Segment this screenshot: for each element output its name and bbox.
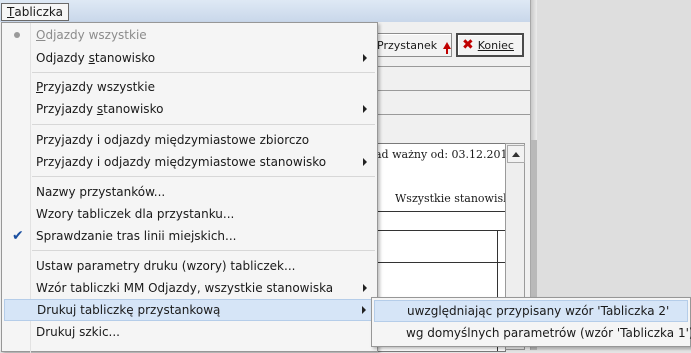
- menu-item-nazwy-przystankow[interactable]: Nazwy przystanków...: [4, 181, 375, 203]
- arrow-up-icon: [443, 41, 452, 54]
- menu-label: Wzory tabliczek dla przystanku...: [36, 207, 235, 221]
- all-stations-text: Wszystkie stanowiska: [395, 192, 506, 205]
- menu-label: Drukuj szkic...: [36, 325, 120, 339]
- menu-item-miedzymiastowe-zbiorczo[interactable]: Przyjazdy i odjazdy międzymiastowe zbior…: [4, 129, 375, 151]
- menu-item-odjazdy-stanowisko[interactable]: Odjazdy stanowisko: [4, 47, 375, 69]
- koniec-label: Koniec: [477, 38, 514, 52]
- menu-label: Ustaw parametry druku (wzory) tabliczek.…: [36, 259, 296, 273]
- menu-item-drukuj-tabliczke[interactable]: Drukuj tabliczkę przystankową: [4, 299, 375, 321]
- close-icon: ✖: [462, 37, 474, 53]
- radio-dot-icon: [14, 32, 20, 38]
- menu-label: djazdy wszystkie: [45, 28, 147, 42]
- menu-item-sprawdzanie-tras[interactable]: ✔ Sprawdzanie tras linii miejskich...: [4, 225, 375, 247]
- mnemonic: P: [36, 80, 44, 94]
- menu-label: Drukuj tabliczkę przystankową: [37, 303, 221, 317]
- valid-from-text: ad ważny od: 03.12.2014: [375, 148, 506, 161]
- przystanek-label: Przystanek: [377, 38, 438, 52]
- chevron-right-icon: [362, 306, 366, 314]
- menu-item-przyjazdy-stanowisko[interactable]: Przyjazdy stanowisko: [4, 98, 375, 120]
- table-border: [373, 211, 505, 212]
- menu-tabliczka-mnemonic: T: [7, 5, 15, 19]
- submenu-item-domyslne-parametry[interactable]: wg domyślnych parametrów (wzór 'Tabliczk…: [374, 322, 691, 344]
- chevron-right-icon: [363, 54, 367, 62]
- tabliczka-dropdown: Odjazdy wszystkie Odjazdy stanowisko Prz…: [1, 22, 378, 353]
- submenu-label: wg domyślnych parametrów (wzór 'Tabliczk…: [406, 326, 691, 340]
- koniec-button[interactable]: ✖ Koniec: [456, 33, 524, 57]
- menu-item-drukuj-szkic[interactable]: Drukuj szkic...: [4, 321, 375, 343]
- menu-label: Sprawdzanie tras linii miejskich...: [36, 229, 237, 243]
- menu-separator: [32, 124, 375, 125]
- menu-label: Przyjazdy i odjazdy międzymiastowe zbior…: [36, 133, 310, 147]
- menu-label: Odjazdy: [36, 51, 89, 65]
- menubar: Tabliczka: [0, 2, 530, 22]
- menu-tabliczka[interactable]: Tabliczka: [1, 3, 69, 21]
- chevron-right-icon: [363, 158, 367, 166]
- menu-tabliczka-label: abliczka: [14, 5, 63, 19]
- drukuj-submenu: uwzględniając przypisany wzór 'Tabliczka…: [371, 297, 691, 347]
- menu-label: tanowisko: [94, 51, 156, 65]
- menu-item-ustaw-parametry[interactable]: Ustaw parametry druku (wzory) tabliczek.…: [4, 255, 375, 277]
- menu-item-miedzymiastowe-stanowisko[interactable]: Przyjazdy i odjazdy międzymiastowe stano…: [4, 151, 375, 173]
- submenu-item-wzor-tabliczka-2[interactable]: uwzględniając przypisany wzór 'Tabliczka…: [374, 300, 688, 322]
- chevron-right-icon: [363, 105, 367, 113]
- scroll-up-button[interactable]: [507, 145, 525, 163]
- menu-label: rzyjazdy wszystkie: [43, 80, 155, 94]
- submenu-label: uwzględniając przypisany wzór 'Tabliczka…: [407, 304, 670, 318]
- menu-separator: [32, 176, 375, 177]
- table-border: [373, 262, 505, 263]
- menu-item-wzory-tabliczek[interactable]: Wzory tabliczek dla przystanku...: [4, 203, 375, 225]
- menu-item-odjazdy-wszystkie[interactable]: Odjazdy wszystkie: [4, 24, 375, 46]
- arrow-up-icon: [512, 151, 520, 157]
- menu-label: Przyjazdy: [36, 102, 97, 116]
- menu-separator: [32, 72, 375, 73]
- panel-divider: [370, 90, 530, 91]
- menu-item-wzor-mm-odjazdy[interactable]: Wzór tabliczki MM Odjazdy, wszystkie sta…: [4, 277, 375, 299]
- menu-label: Przyjazdy i odjazdy międzymiastowe stano…: [36, 155, 327, 169]
- menu-label: Wzór tabliczki MM Odjazdy, wszystkie sta…: [36, 281, 334, 295]
- chevron-right-icon: [363, 284, 367, 292]
- przystanek-button[interactable]: Przystanek: [372, 33, 452, 57]
- table-border: [373, 230, 505, 231]
- toolbar-divider: [370, 66, 530, 67]
- menu-item-przyjazdy-wszystkie[interactable]: Przyjazdy wszystkie: [4, 76, 375, 98]
- panel-divider: [370, 114, 530, 115]
- menu-separator: [32, 250, 375, 251]
- menu-label: tanowisko: [103, 102, 164, 116]
- menu-label: Nazwy przystanków...: [36, 185, 166, 199]
- check-icon: ✔: [12, 228, 24, 244]
